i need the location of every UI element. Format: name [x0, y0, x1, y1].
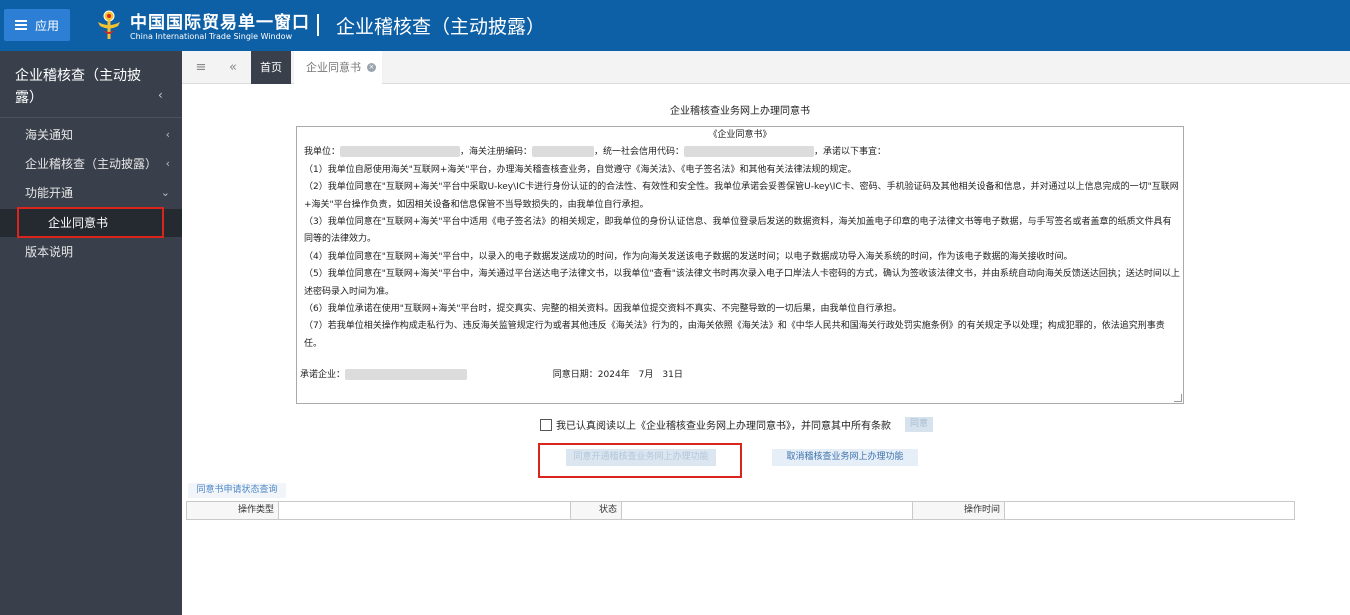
brand-name-cn: 中国国际贸易单一窗口 — [130, 13, 310, 33]
status-table-header: 操作类型 状态 操作时间 — [186, 501, 1295, 520]
brand-name-en: China International Trade Single Window — [130, 32, 293, 41]
sidebar-item-function-activation[interactable]: 功能开通 ⌄ — [0, 179, 182, 207]
intro-text: ，海关注册编码： — [460, 147, 533, 158]
chevron-left-icon: ‹ — [165, 128, 170, 141]
sidebar-item-customs-notice[interactable]: 海关通知 ‹ — [0, 121, 182, 149]
intro-text: ，承诺以下事宜： — [814, 147, 887, 158]
agree-label: 我已认真阅读以上《企业稽核查业务网上办理同意书》，并同意其中所有条款 — [556, 421, 891, 432]
close-icon[interactable]: × — [367, 63, 376, 72]
agreement-intro: 我单位： ，海关注册编码： ，统一社会信用代码： ，承诺以下事宜： — [300, 144, 1180, 161]
sidebar-item-label: 企业同意书 — [48, 216, 109, 230]
table-cell — [1005, 502, 1294, 519]
clause: （1）我单位自愿使用海关"互联网+海关"平台，办理海关稽查核查业务，自觉遵守《海… — [304, 164, 857, 175]
column-header: 操作时间 — [913, 502, 1005, 519]
customs-emblem-icon — [98, 10, 120, 39]
tab-home[interactable]: 首页 — [251, 51, 291, 84]
column-header: 操作类型 — [187, 502, 279, 519]
status-query-tab[interactable]: 同意书申请状态查询 — [188, 483, 286, 498]
tab-label: 企业同意书 — [306, 61, 361, 74]
page-title: 企业稽核查（主动披露） — [336, 16, 546, 38]
clause: （7）若我单位相关操作构成走私行为、违反海关监管规定行为或者其他违反《海关法》行… — [304, 321, 1165, 349]
redacted-field — [345, 369, 468, 381]
double-chevron-left-icon[interactable]: « — [218, 51, 248, 84]
app-menu-button[interactable]: 应用 — [4, 9, 70, 41]
chevron-left-icon[interactable]: ‹ — [158, 88, 163, 102]
column-header: 状态 — [571, 502, 622, 519]
sidebar-item-label: 企业稽核查（主动披露） — [25, 157, 158, 171]
agreement-textarea[interactable]: 《企业同意书》 我单位： ，海关注册编码： ，统一社会信用代码： ，承诺以下事宜： （… — [296, 126, 1184, 404]
date-label: 同意日期： — [552, 370, 598, 381]
tab-bar: ≡ « 首页 企业同意书 × — [182, 51, 1350, 84]
redacted-field — [532, 146, 595, 158]
redacted-field — [684, 146, 815, 158]
table-cell — [279, 502, 571, 519]
chevron-down-icon: ⌄ — [160, 186, 170, 199]
cancel-function-button[interactable]: 取消稽核查业务网上办理功能 — [772, 449, 918, 466]
clause: （5）我单位同意在"互联网+海关"平台中，海关通过平台送达电子法律文书，以我单位… — [304, 269, 1180, 297]
agree-row: 我已认真阅读以上《企业稽核查业务网上办理同意书》，并同意其中所有条款 同意 — [540, 417, 933, 432]
sidebar-divider — [0, 117, 182, 118]
agree-checkbox[interactable] — [540, 418, 552, 431]
resize-handle[interactable] — [1174, 394, 1182, 402]
tab-enterprise-consent[interactable]: 企业同意书 × — [294, 51, 382, 84]
top-header: 应用 中国国际贸易单一窗口 China International Trade … — [0, 0, 1350, 51]
header-divider — [317, 14, 319, 36]
sidebar-item-label: 版本说明 — [25, 245, 74, 259]
date-value: 2024年 7月 31日 — [597, 370, 683, 381]
intro-text: ，统一社会信用代码： — [594, 147, 685, 158]
menu-toggle-icon[interactable]: ≡ — [186, 51, 216, 84]
signer-label: 承诺企业： — [300, 370, 346, 381]
sidebar-item-label: 海关通知 — [25, 128, 74, 142]
table-cell — [622, 502, 913, 519]
hamburger-icon — [14, 20, 27, 30]
intro-text: 我单位： — [304, 147, 341, 158]
redacted-field — [340, 146, 461, 158]
agreement-title: 《企业同意书》 — [708, 130, 772, 140]
signature-row: 承诺企业： 同意日期：2024年 7月 31日 — [300, 367, 1180, 384]
clause: （3）我单位同意在"互联网+海关"平台中适用《电子签名法》的相关规定，即我单位的… — [304, 217, 1172, 245]
sidebar-item-version-notes[interactable]: 版本说明 — [0, 238, 182, 266]
sidebar-item-label: 功能开通 — [25, 186, 74, 200]
chevron-left-icon: ‹ — [165, 157, 170, 170]
clause: （4）我单位同意在"互联网+海关"平台中，以录入的电子数据发送成功的时间，作为向… — [304, 251, 1073, 262]
sidebar: 企业稽核查（主动披露） ‹ 海关通知 ‹ 企业稽核查（主动披露） ‹ 功能开通 … — [0, 51, 182, 615]
sidebar-title[interactable]: 企业稽核查（主动披露） — [15, 65, 150, 109]
sidebar-item-audit[interactable]: 企业稽核查（主动披露） ‹ — [0, 150, 182, 178]
clause: （2）我单位同意在"互联网+海关"平台中采取U-key\IC卡进行身份认证的的合… — [304, 182, 1179, 210]
clause: （6）我单位承诺在使用"互联网+海关"平台时，提交真实、完整的相关资料。因我单位… — [304, 304, 902, 315]
app-menu-label: 应用 — [34, 18, 59, 33]
open-function-button[interactable]: 同意开通稽核查业务网上办理功能 — [566, 449, 716, 466]
agree-button[interactable]: 同意 — [905, 417, 933, 432]
sidebar-item-enterprise-consent[interactable]: 企业同意书 — [0, 209, 182, 237]
document-heading: 企业稽核查业务网上办理同意书 — [670, 106, 810, 117]
